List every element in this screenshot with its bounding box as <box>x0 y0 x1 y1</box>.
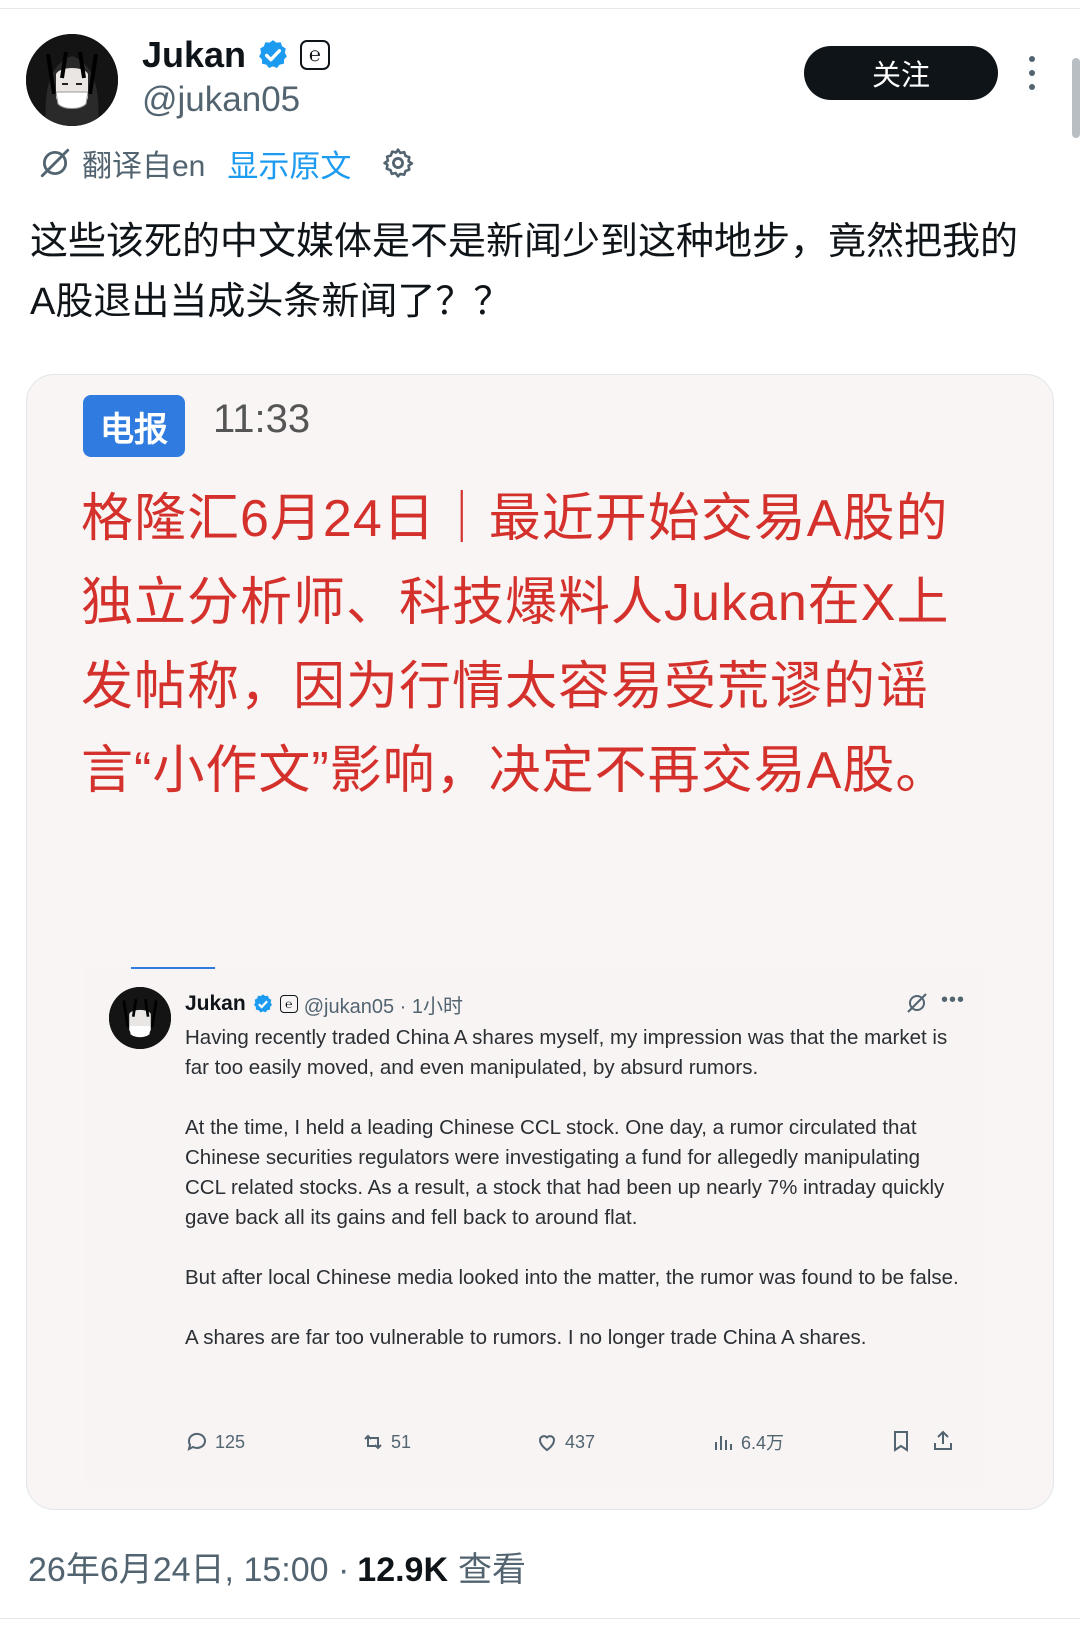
embedded-like-count: 437 <box>565 1431 596 1452</box>
embedded-like: 437 <box>535 1427 595 1457</box>
embedded-grok-icon <box>907 993 927 1013</box>
bottom-divider <box>0 1618 1080 1619</box>
gear-icon[interactable] <box>381 146 415 180</box>
embedded-repost: 51 <box>361 1427 411 1457</box>
author-avatar[interactable] <box>26 34 118 126</box>
follow-button[interactable]: 关注 <box>804 46 998 100</box>
views-count: 12.9K <box>357 1551 449 1589</box>
tweet-text: 这些该死的中文媒体是不是新闻少到这种地步，竟然把我的A股退出当成头条新闻了？？ <box>30 221 1019 323</box>
views-label: 查看 <box>458 1551 527 1589</box>
embedded-header: Jukan ℮ @jukan05 · 1小时 <box>185 989 463 1019</box>
verified-badge-icon[interactable] <box>256 38 290 72</box>
translation-row: 翻译自en 显示原文 <box>38 140 415 186</box>
more-options-icon[interactable] <box>1026 56 1038 90</box>
share-icon <box>934 1430 952 1450</box>
embedded-action-bar: 125 51 437 6.4万 <box>185 1427 975 1457</box>
embedded-paragraph: At the time, I held a leading Chinese CC… <box>185 1116 945 1229</box>
show-original-link[interactable]: 显示原文 <box>227 141 351 186</box>
tweet-meta: 26年6月24日, 15:00 · 12.9K 查看 <box>28 1542 526 1591</box>
embedded-author-name: Jukan <box>185 992 246 1015</box>
author-handle[interactable]: @jukan05 <box>142 80 300 120</box>
embedded-repost-count: 51 <box>391 1431 412 1452</box>
tweet-image[interactable]: 电报 11:33 格隆汇6月24日｜最近开始交易A股的独立分析师、科技爆料人Ju… <box>26 374 1054 1510</box>
tweet-datetime[interactable]: 26年6月24日, 15:00 · <box>28 1542 349 1591</box>
embedded-avatar-illustration <box>109 987 171 1049</box>
image-time: 11:33 <box>213 397 311 441</box>
embedded-paragraph: But after local Chinese media looked int… <box>185 1266 959 1289</box>
bookmark-icon <box>894 1431 908 1452</box>
embedded-paragraph: A shares are far too vulnerable to rumor… <box>185 1326 867 1349</box>
embedded-handle-time: @jukan05 · 1小时 <box>303 995 463 1018</box>
embedded-tweet-screenshot: Jukan ℮ @jukan05 · 1小时 ••• Having recent… <box>85 967 985 1487</box>
author-name-row: Jukan ℮ <box>142 32 331 78</box>
translated-from-label: 翻译自en <box>82 150 206 183</box>
top-divider <box>0 0 1080 9</box>
avatar-illustration <box>26 34 118 126</box>
image-headline: 格隆汇6月24日｜最近开始交易A股的独立分析师、科技爆料人Jukan在X上发帖称… <box>81 490 950 800</box>
telegraph-badge: 电报 <box>83 395 185 457</box>
repost-icon <box>364 1434 382 1450</box>
author-name[interactable]: Jukan <box>142 34 246 76</box>
embedded-tweet-body: Having recently traded China A shares my… <box>185 1023 965 1383</box>
embedded-views: 6.4万 <box>711 1427 784 1457</box>
embedded-affiliate-icon: ℮ <box>279 995 298 1013</box>
reply-icon <box>187 1432 206 1451</box>
embedded-tab-indicator <box>131 967 215 969</box>
heart-icon <box>538 1435 556 1452</box>
affiliate-e-icon[interactable]: ℮ <box>300 40 331 70</box>
embedded-view-count: 6.4万 <box>741 1433 785 1453</box>
embedded-paragraph: Having recently traded China A shares my… <box>185 1026 948 1079</box>
embedded-avatar <box>109 987 171 1049</box>
grok-translate-icon <box>40 148 70 178</box>
scrollbar[interactable] <box>1072 58 1080 138</box>
embedded-reply: 125 <box>185 1427 245 1457</box>
embedded-more-icon: ••• <box>941 989 966 1011</box>
embedded-verified-icon <box>253 994 272 1013</box>
analytics-icon <box>715 1436 732 1450</box>
embedded-reply-count: 125 <box>215 1431 246 1452</box>
